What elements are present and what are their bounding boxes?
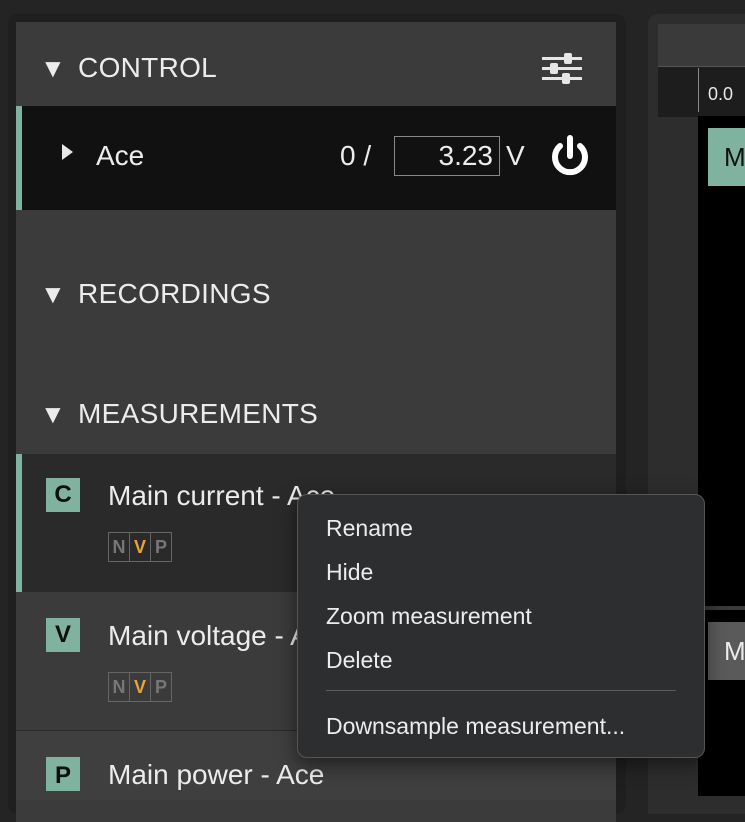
channel-toggle-v[interactable]: V [130, 673, 151, 701]
measurements-header-label: MEASUREMENTS [78, 398, 319, 429]
right-panel-toolbar [658, 24, 745, 66]
current-value: 0 / [340, 140, 372, 171]
channel-toggle-p[interactable]: P [151, 673, 171, 701]
collapse-triangle-icon: ▼ [40, 53, 67, 83]
recordings-header[interactable]: ▼ RECORDINGS [40, 278, 271, 310]
menu-item-zoom-measurement[interactable]: Zoom measurement [326, 603, 532, 630]
power-badge: P [46, 757, 80, 791]
collapse-triangle-icon: ▼ [40, 399, 67, 429]
current-badge: C [46, 478, 80, 512]
channel-toggle-group: N V P [108, 672, 172, 702]
control-header[interactable]: ▼ CONTROL [40, 52, 217, 84]
time-ruler-tick [698, 68, 699, 112]
control-device-row[interactable]: Ace 0 / V [16, 106, 616, 210]
menu-item-downsample[interactable]: Downsample measurement... [326, 713, 625, 740]
channel-toggle-v[interactable]: V [130, 533, 151, 561]
device-name: Ace [96, 140, 145, 171]
channel-toggle-p[interactable]: P [151, 533, 171, 561]
voltage-badge: V [46, 618, 80, 652]
plot-label-chip-top[interactable]: M [708, 128, 745, 186]
settings-sliders-icon[interactable] [540, 52, 584, 86]
menu-item-rename[interactable]: Rename [326, 515, 413, 542]
menu-item-delete[interactable]: Delete [326, 647, 392, 674]
measurements-header[interactable]: ▼ MEASUREMENTS [40, 398, 318, 430]
plot-label-chip-mid[interactable]: M [708, 622, 745, 680]
recordings-header-label: RECORDINGS [78, 278, 271, 309]
channel-toggle-n[interactable]: N [109, 673, 130, 701]
collapse-triangle-icon: ▼ [40, 279, 67, 309]
menu-item-hide[interactable]: Hide [326, 559, 373, 586]
channel-toggle-n[interactable]: N [109, 533, 130, 561]
control-header-label: CONTROL [78, 52, 218, 83]
measurement-name: Main power - Ace [108, 759, 325, 790]
voltage-input[interactable] [394, 136, 500, 176]
power-icon[interactable] [548, 134, 592, 178]
expand-caret-icon[interactable] [62, 144, 73, 160]
context-menu: Rename Hide Zoom measurement Delete Down… [297, 494, 705, 758]
menu-separator [326, 690, 676, 691]
channel-toggle-group: N V P [108, 532, 172, 562]
plot-area[interactable] [698, 116, 745, 796]
voltage-unit: V [506, 140, 525, 171]
plot-divider [698, 606, 745, 610]
time-ruler-label: 0.0 [708, 84, 734, 104]
